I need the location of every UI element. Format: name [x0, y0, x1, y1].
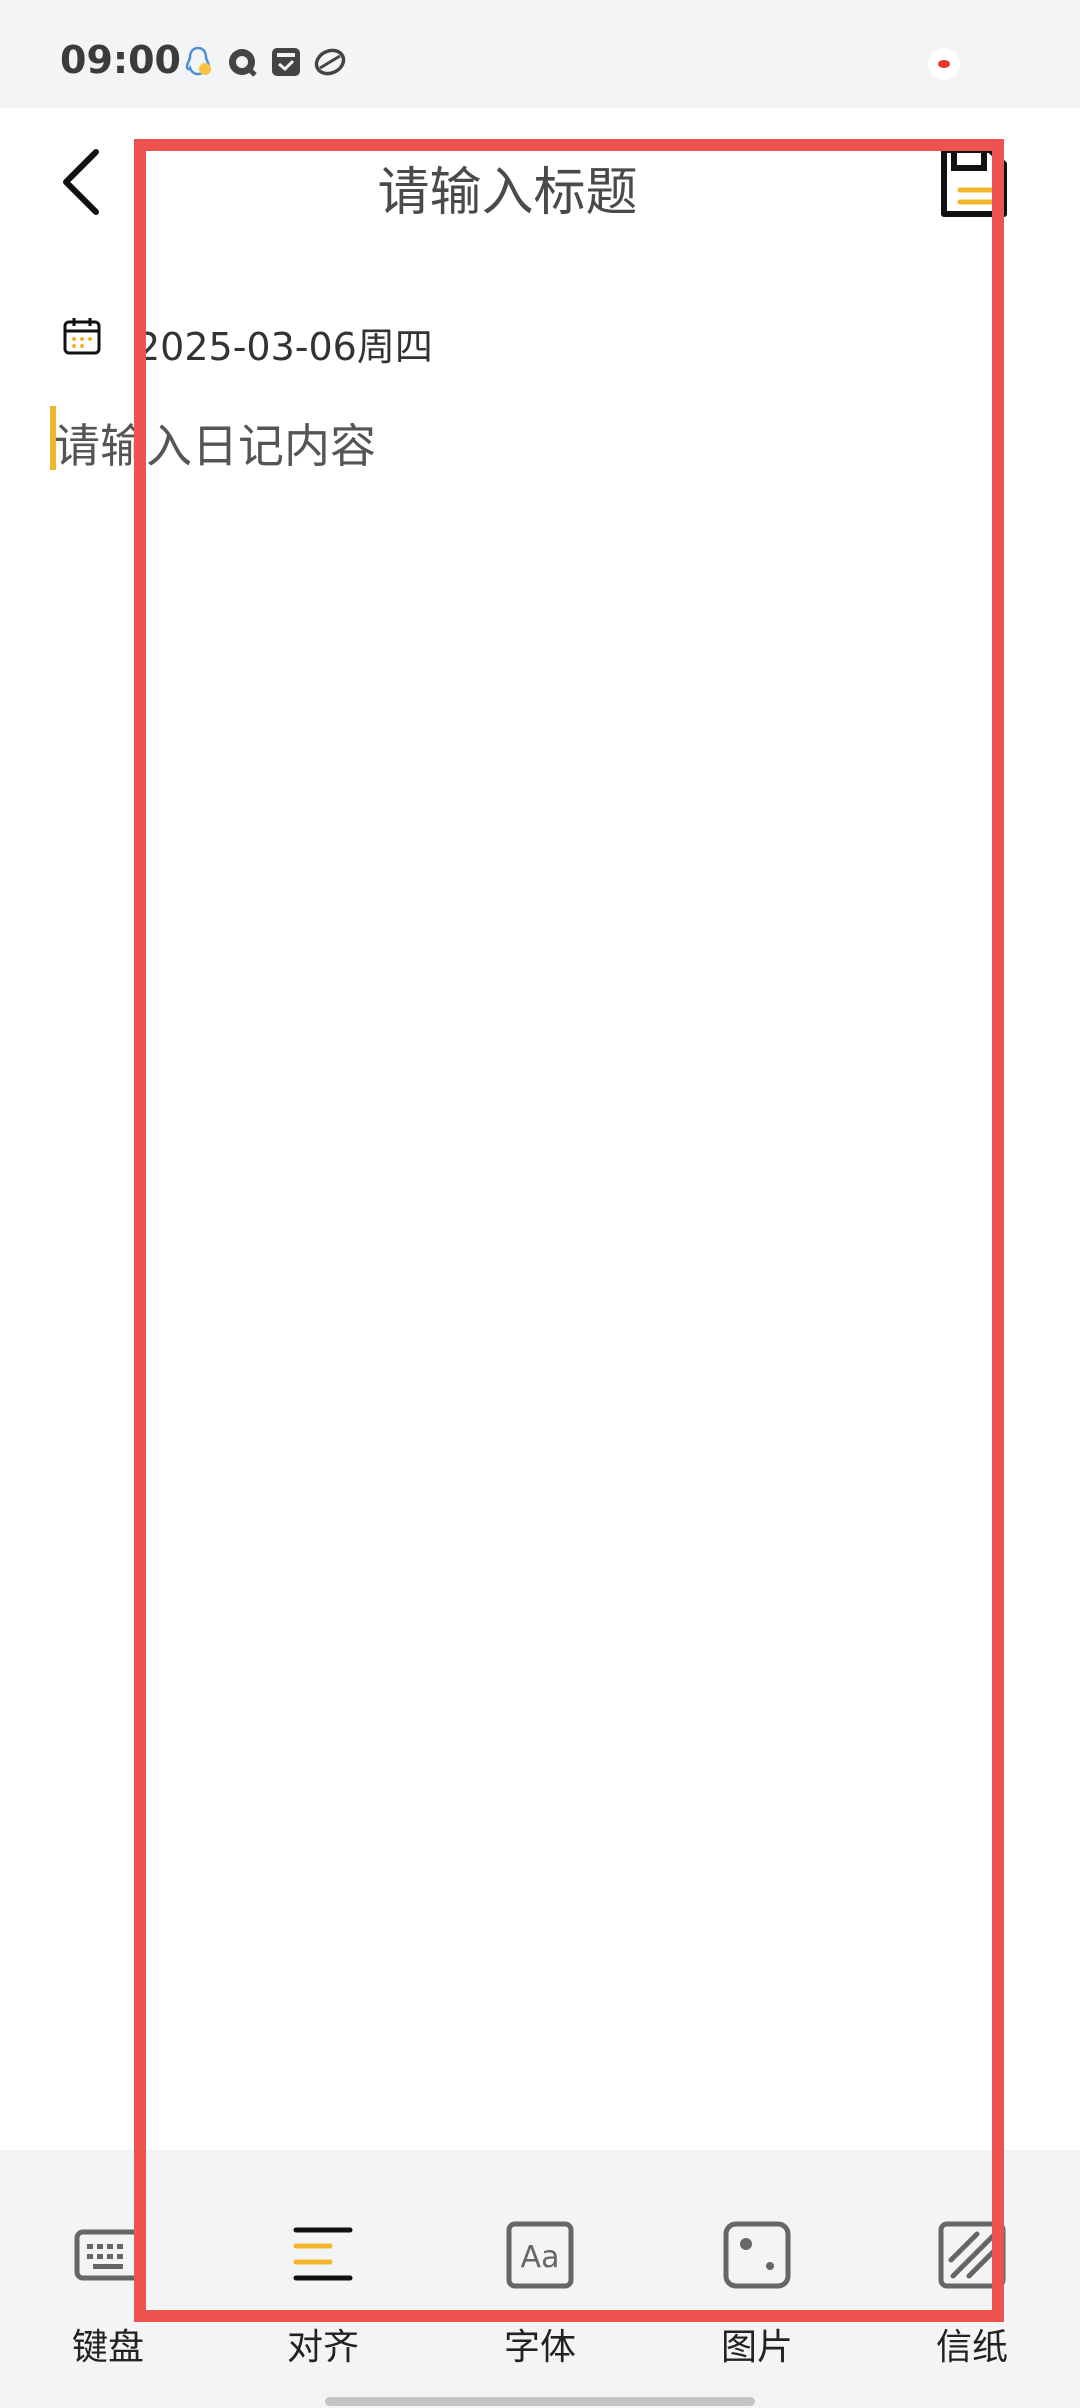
highlight-annotation-box [134, 139, 1004, 2322]
status-bar: 09:00 [0, 0, 1080, 108]
home-indicator[interactable] [325, 2397, 755, 2406]
chat-bubble-icon [229, 49, 257, 77]
keyboard-icon [74, 2229, 142, 2281]
toolbar-image-label: 图片 [720, 2327, 793, 2368]
toolbar-keyboard-label: 键盘 [71, 2327, 144, 2368]
toolbar-stationery-label: 信纸 [935, 2327, 1008, 2368]
ball-icon [314, 48, 346, 76]
calendar-icon[interactable] [62, 316, 102, 356]
status-time: 09:00 [60, 38, 181, 82]
toolbar-align-label: 对齐 [286, 2327, 359, 2368]
notification-dot-icon [928, 48, 960, 80]
archive-box-icon [272, 48, 300, 76]
qq-penguin-icon [185, 46, 211, 76]
toolbar-font-label: 字体 [503, 2327, 576, 2368]
